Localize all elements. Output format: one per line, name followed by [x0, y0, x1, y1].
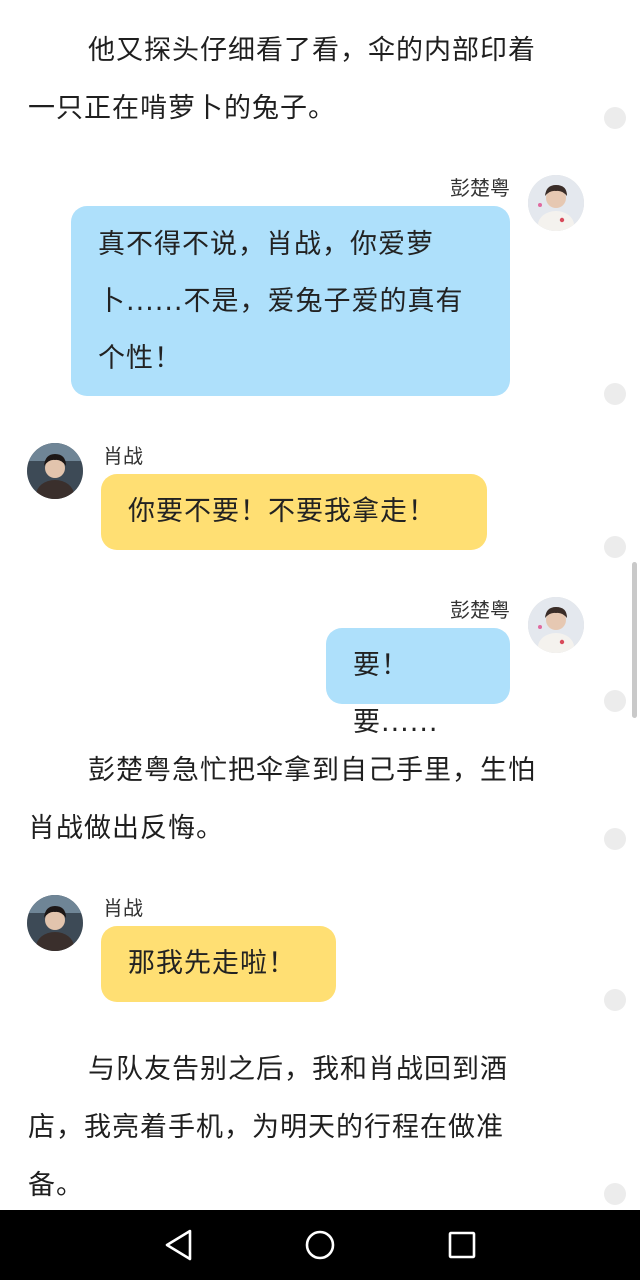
avatar-icon [27, 443, 83, 499]
avatar-icon [27, 895, 83, 951]
comment-dot[interactable] [604, 989, 626, 1011]
recents-button[interactable] [440, 1223, 484, 1267]
comment-dot[interactable] [604, 383, 626, 405]
back-triangle-icon [165, 1229, 192, 1261]
message-text: 你要不要！不要我拿走！ [128, 496, 436, 527]
narration-line: 备。 [28, 1170, 84, 1201]
recents-square-icon [448, 1231, 476, 1259]
comment-dot[interactable] [604, 536, 626, 558]
avatar[interactable] [27, 895, 83, 951]
avatar[interactable] [528, 597, 584, 653]
narration-line: 与队友告别之后，我和肖战回到酒 [88, 1054, 508, 1085]
sender-name: 彭楚粤 [450, 598, 510, 622]
narration-line: 店，我亮着手机，为明天的行程在做准 [28, 1112, 504, 1143]
narration-line: 一只正在啃萝卜的兔子。 [28, 93, 336, 124]
message-line: 卜......不是，爱兔子爱的真有 [98, 286, 464, 317]
narration-line: 彭楚粤急忙把伞拿到自己手里，生怕 [88, 755, 536, 786]
narration-paragraph: 与队友告别之后，我和肖战回到酒 店，我亮着手机，为明天的行程在做准 备。 [28, 1041, 588, 1215]
narration-line: 他又探头仔细看了看，伞的内部印着 [88, 35, 536, 66]
comment-dot[interactable] [604, 690, 626, 712]
chat-story-page: 他又探头仔细看了看，伞的内部印着 一只正在啃萝卜的兔子。 彭楚粤 真不得不说，肖… [0, 0, 640, 1280]
sender-name: 彭楚粤 [450, 176, 510, 200]
home-button[interactable] [298, 1223, 342, 1267]
comment-dot[interactable] [604, 828, 626, 850]
comment-dot[interactable] [604, 1183, 626, 1205]
navigation-bar [0, 1210, 640, 1280]
back-button[interactable] [157, 1223, 201, 1267]
message-bubble: 那我先走啦！ [101, 926, 336, 1002]
message-bubble: 真不得不说，肖战，你爱萝 卜......不是，爱兔子爱的真有 个性！ [71, 206, 510, 396]
narration-paragraph: 彭楚粤急忙把伞拿到自己手里，生怕 肖战做出反悔。 [28, 742, 588, 858]
avatar[interactable] [528, 175, 584, 231]
message-bubble: 要！要...... [326, 628, 510, 738]
sender-name: 肖战 [103, 896, 143, 920]
narration-line: 肖战做出反悔。 [28, 813, 224, 844]
sender-name: 肖战 [103, 444, 143, 468]
scrollbar[interactable] [632, 562, 637, 718]
avatar-icon [528, 175, 584, 231]
message-line: 个性！ [98, 343, 182, 374]
message-text: 那我先走啦！ [128, 948, 296, 979]
message-line: 真不得不说，肖战，你爱萝 [98, 229, 434, 260]
comment-dot[interactable] [604, 107, 626, 129]
avatar[interactable] [27, 443, 83, 499]
message-bubble: 你要不要！不要我拿走！ [101, 474, 487, 550]
home-circle-icon [305, 1230, 335, 1260]
avatar-icon [528, 597, 584, 653]
message-text: 要！要...... [353, 650, 439, 738]
narration-paragraph: 他又探头仔细看了看，伞的内部印着 一只正在啃萝卜的兔子。 [28, 22, 588, 138]
